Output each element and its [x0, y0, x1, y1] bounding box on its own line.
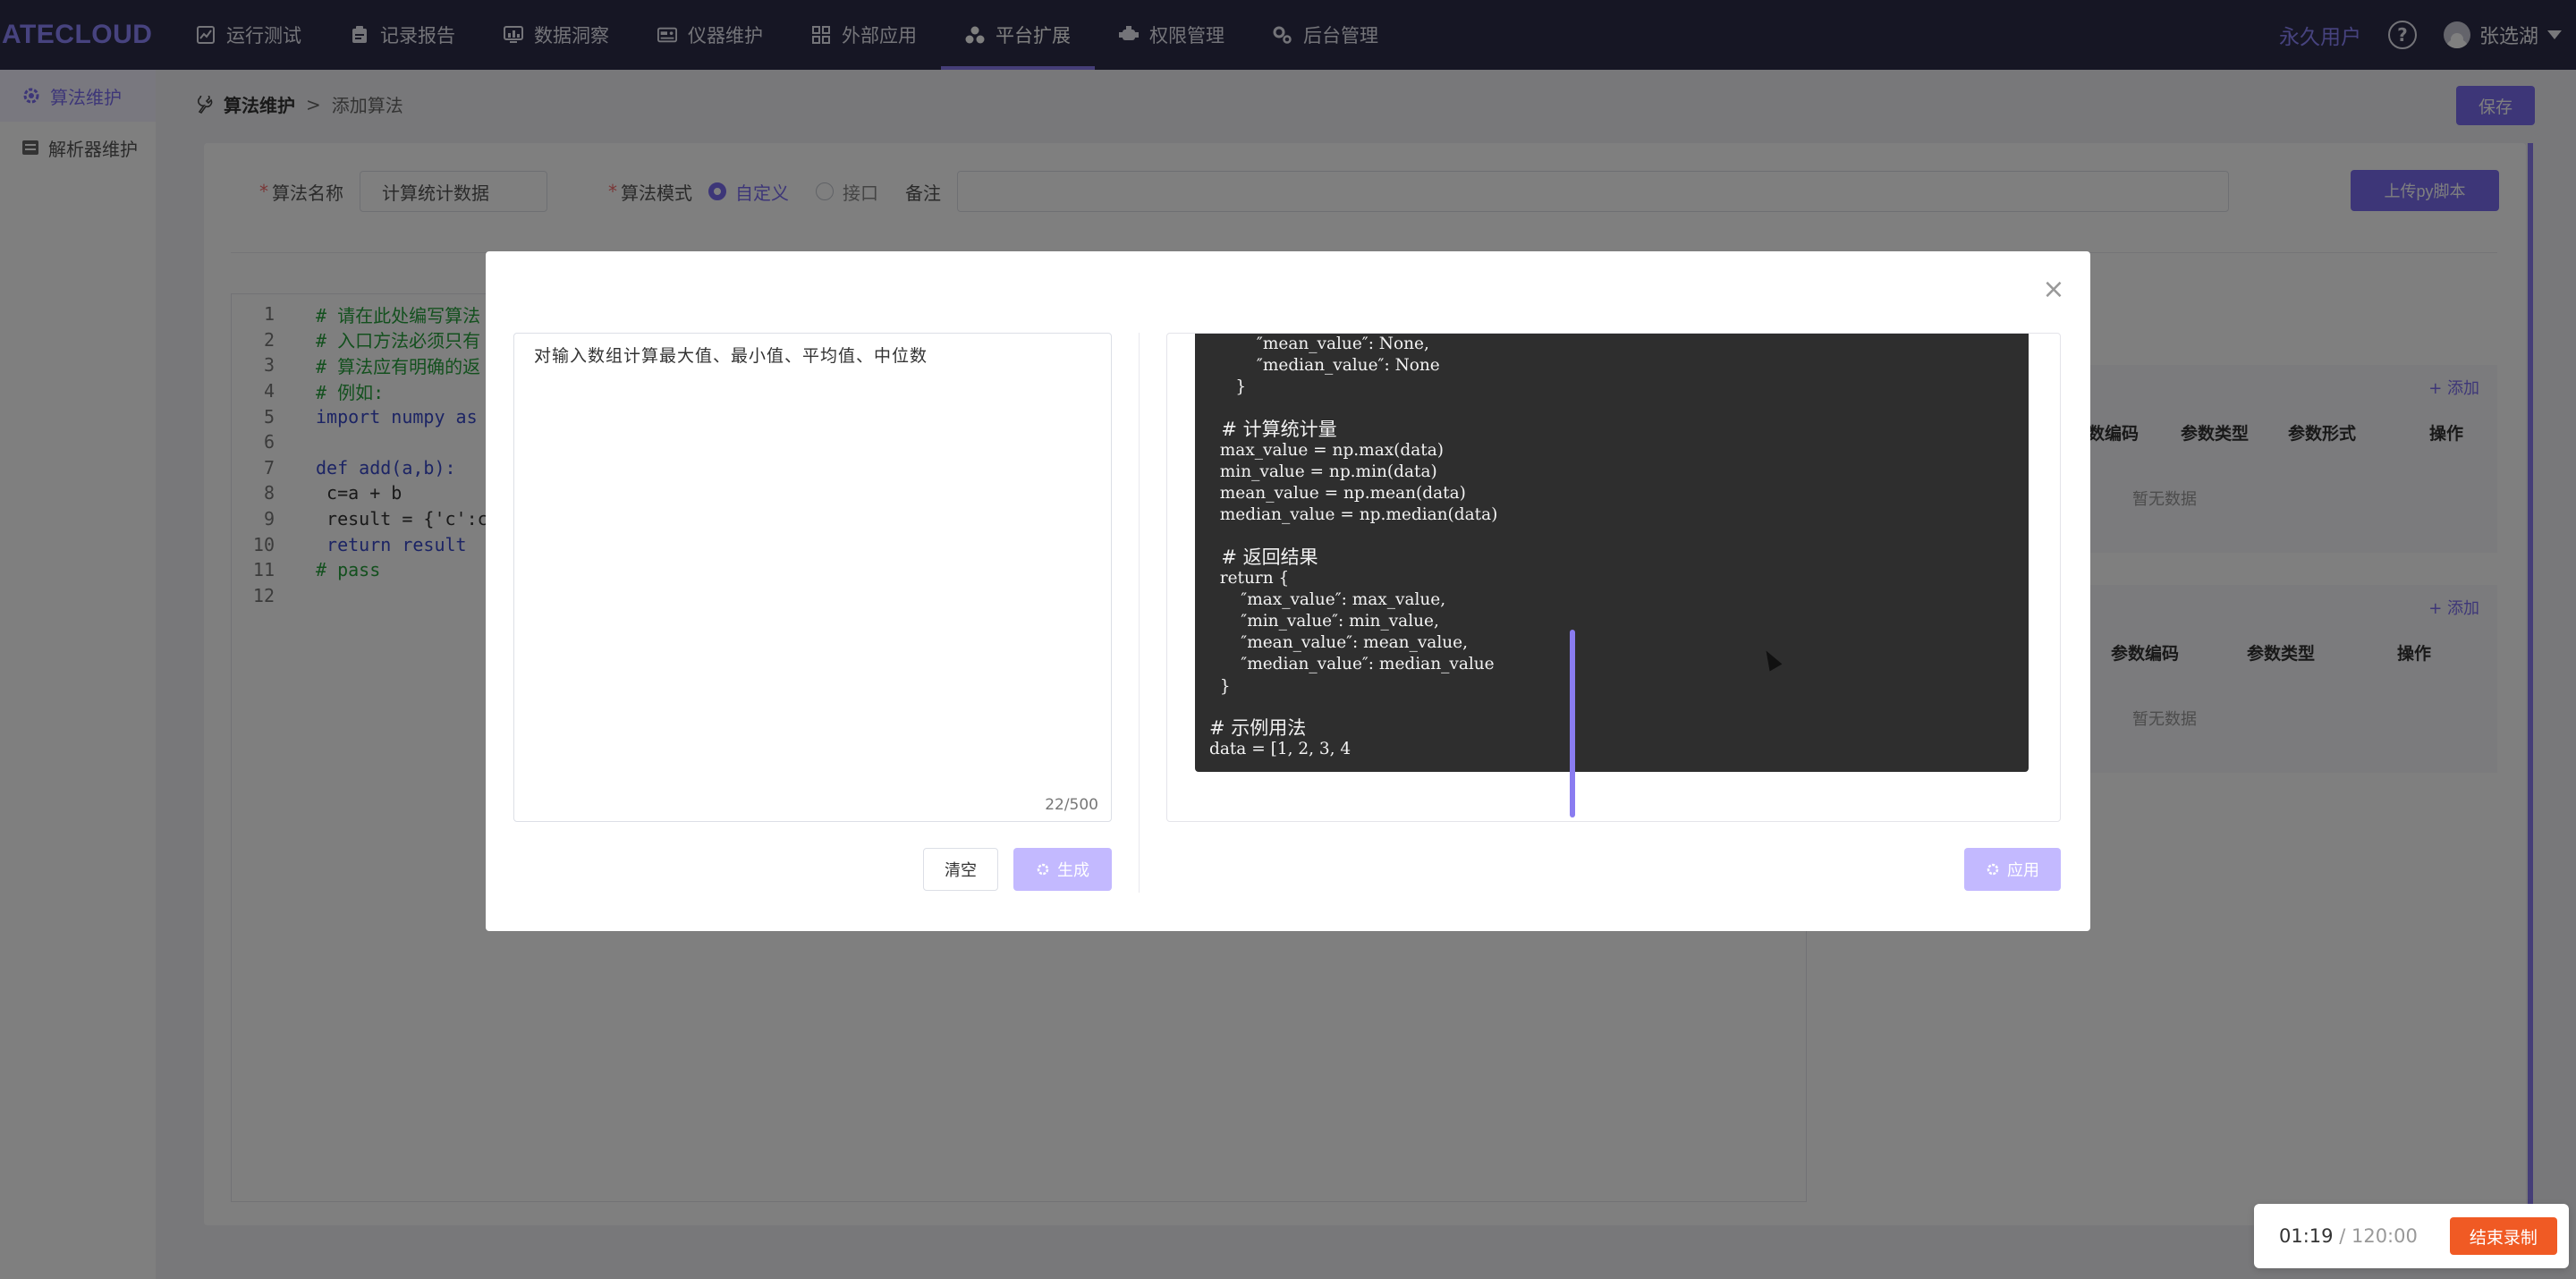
clear-button[interactable]: 清空 — [923, 848, 998, 891]
generated-code-line: # 计算统计量 — [1209, 418, 1337, 440]
generate-button[interactable]: 生成 — [1013, 848, 1112, 891]
generated-code-line: # 返回结果 — [1209, 546, 1318, 568]
generated-code-line — [1209, 399, 2029, 419]
generated-code-line: ″median_value″: median_value — [1209, 655, 1495, 674]
generated-code-line: ″mean_value″: None, — [1209, 335, 1429, 353]
generated-code-box[interactable]: ″mean_value″: None, ″median_value″: None… — [1166, 333, 2061, 822]
button-label: 应用 — [2007, 861, 2039, 879]
apply-button[interactable]: 应用 — [1964, 848, 2061, 891]
generated-code-line: median_value = np.median(data) — [1209, 505, 1498, 525]
generated-code: ″mean_value″: None, ″median_value″: None… — [1195, 334, 2029, 772]
button-label: 生成 — [1057, 861, 1089, 879]
gear-icon — [1037, 863, 1049, 876]
generated-code-line — [1209, 527, 2029, 546]
generated-code-line: return { — [1209, 568, 1290, 588]
total-time: 120:00 — [2351, 1225, 2418, 1247]
recording-timer: 01:19 / 120:00 — [2279, 1225, 2418, 1247]
divider — [1139, 333, 1140, 893]
generated-code-line: # 示例用法 — [1209, 716, 1307, 739]
generated-code-line — [1209, 698, 2029, 717]
generated-code-line: ″mean_value″: mean_value, — [1209, 633, 1468, 653]
code-scrollbar-thumb[interactable] — [1570, 630, 1575, 817]
recording-widget: 01:19 / 120:00 结束录制 — [2254, 1204, 2569, 1268]
generated-code-line: ″min_value″: min_value, — [1209, 612, 1439, 631]
generated-code-line: ″max_value″: max_value, — [1209, 589, 1446, 609]
prompt-text: 对输入数组计算最大值、最小值、平均值、中位数 — [534, 346, 928, 366]
ai-generate-dialog: × 对输入数组计算最大值、最小值、平均值、中位数 22/500 清空 生成 ″m… — [486, 251, 2090, 931]
generated-code-line: min_value = np.min(data) — [1209, 462, 1437, 481]
timer-separator: / — [2333, 1225, 2351, 1247]
generated-code-line: max_value = np.max(data) — [1209, 440, 1444, 460]
prompt-textarea[interactable]: 对输入数组计算最大值、最小值、平均值、中位数 22/500 — [513, 333, 1112, 822]
close-icon[interactable]: × — [2040, 276, 2067, 303]
stop-recording-button[interactable]: 结束录制 — [2449, 1217, 2557, 1255]
generated-code-line: } — [1209, 676, 1231, 696]
generated-code-line: } — [1209, 377, 1247, 397]
generated-code-line: mean_value = np.mean(data) — [1209, 484, 1466, 504]
char-counter: 22/500 — [1045, 796, 1098, 814]
elapsed-time: 01:19 — [2279, 1225, 2334, 1247]
generated-code-line: ″median_value″: None — [1209, 356, 1440, 376]
generated-code-line: data = [1, 2, 3, 4 — [1209, 740, 1352, 758]
gear-icon — [1987, 863, 1999, 876]
